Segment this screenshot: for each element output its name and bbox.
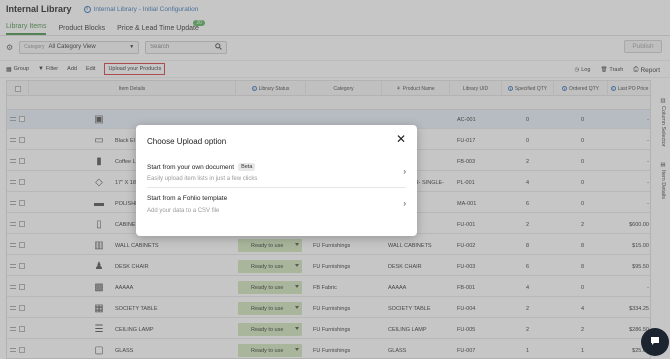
chat-button[interactable]	[641, 328, 669, 356]
option-title: Start from your own document Beta	[147, 163, 256, 171]
upload-option-own-document[interactable]: Start from your own document Beta Easily…	[147, 161, 406, 188]
modal-title: Choose Upload option	[147, 137, 227, 146]
upload-option-fohlio-template[interactable]: Start from a Fohlio template Add your da…	[147, 193, 406, 220]
chevron-right-icon: ›	[403, 199, 406, 208]
close-icon[interactable]: ✕	[395, 133, 407, 145]
option-subtitle: Add your data to a CSV file	[147, 208, 220, 214]
app: Internal Library i Internal Library - In…	[0, 0, 670, 359]
option-subtitle: Easily upload item lists in just a few c…	[147, 176, 258, 182]
upload-option-modal: Choose Upload option ✕ Start from your o…	[136, 125, 417, 236]
option-title: Start from a Fohlio template	[147, 195, 228, 202]
beta-badge: Beta	[238, 163, 256, 171]
chevron-right-icon: ›	[403, 167, 406, 176]
chat-icon	[649, 335, 661, 349]
